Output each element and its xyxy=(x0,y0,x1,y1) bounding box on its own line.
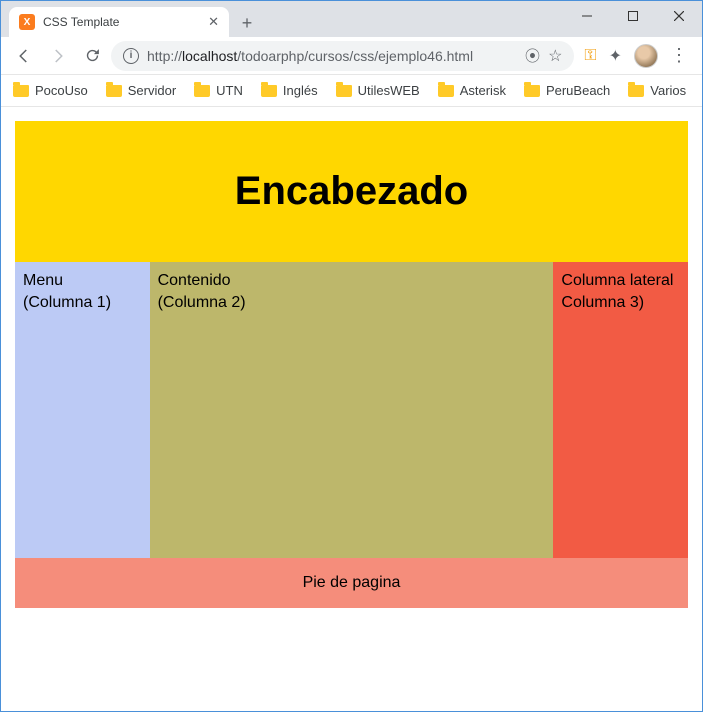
folder-icon xyxy=(13,85,29,97)
page-footer: Pie de pagina xyxy=(15,558,688,608)
reload-button[interactable] xyxy=(77,41,107,71)
page-header: Encabezado xyxy=(15,121,688,262)
xampp-favicon-icon: X xyxy=(19,14,35,30)
bookmark-star-icon[interactable]: ☆ xyxy=(548,46,562,66)
translate-icon[interactable]: ⦿ xyxy=(525,45,540,66)
browser-tab[interactable]: X CSS Template ✕ xyxy=(9,7,229,37)
tab-title: CSS Template xyxy=(43,15,200,29)
column-menu: Menu (Columna 1) xyxy=(15,262,150,558)
folder-icon xyxy=(106,85,122,97)
site-info-icon[interactable]: i xyxy=(123,48,139,64)
address-bar[interactable]: i http://localhost/todoarphp/cursos/css/… xyxy=(111,41,574,71)
folder-icon xyxy=(438,85,454,97)
bookmark-folder-pocouso[interactable]: PocoUso xyxy=(13,83,88,98)
maximize-button[interactable] xyxy=(610,1,656,31)
forward-button[interactable] xyxy=(43,41,73,71)
folder-icon xyxy=(261,85,277,97)
window-controls xyxy=(564,1,702,31)
bookmark-folder-ingles[interactable]: Inglés xyxy=(261,83,318,98)
url-text: http://localhost/todoarphp/cursos/css/ej… xyxy=(147,48,517,64)
folder-icon xyxy=(524,85,540,97)
back-button[interactable] xyxy=(9,41,39,71)
close-window-button[interactable] xyxy=(656,1,702,31)
extensions-icon[interactable]: ✦ xyxy=(609,46,622,66)
passwords-key-icon[interactable]: ⚿ xyxy=(584,47,596,65)
bookmark-folder-perubeach[interactable]: PeruBeach xyxy=(524,83,610,98)
minimize-button[interactable] xyxy=(564,1,610,31)
folder-icon xyxy=(628,85,644,97)
tab-close-icon[interactable]: ✕ xyxy=(208,14,219,30)
page-viewport: Encabezado Menu (Columna 1) Contenido (C… xyxy=(1,107,702,711)
new-tab-button[interactable]: + xyxy=(233,9,261,37)
browser-toolbar: i http://localhost/todoarphp/cursos/css/… xyxy=(1,37,702,75)
bookmark-folder-servidor[interactable]: Servidor xyxy=(106,83,176,98)
column-content: Contenido (Columna 2) xyxy=(150,262,554,558)
toolbar-right-icons: ⚿ ✦ ⋮ xyxy=(578,44,694,68)
bookmark-folder-asterisk[interactable]: Asterisk xyxy=(438,83,506,98)
column-sidebar: Columna lateral Columna 3) xyxy=(553,262,688,558)
bookmark-folder-utilesweb[interactable]: UtilesWEB xyxy=(336,83,420,98)
bookmark-folder-utn[interactable]: UTN xyxy=(194,83,243,98)
folder-icon xyxy=(194,85,210,97)
folder-icon xyxy=(336,85,352,97)
kebab-menu-icon[interactable]: ⋮ xyxy=(670,45,688,66)
profile-avatar[interactable] xyxy=(634,44,658,68)
page-title: Encabezado xyxy=(25,169,678,214)
bookmarks-bar: PocoUso Servidor UTN Inglés UtilesWEB As… xyxy=(1,75,702,107)
page-columns: Menu (Columna 1) Contenido (Columna 2) C… xyxy=(15,262,688,558)
bookmark-folder-varios[interactable]: Varios xyxy=(628,83,686,98)
